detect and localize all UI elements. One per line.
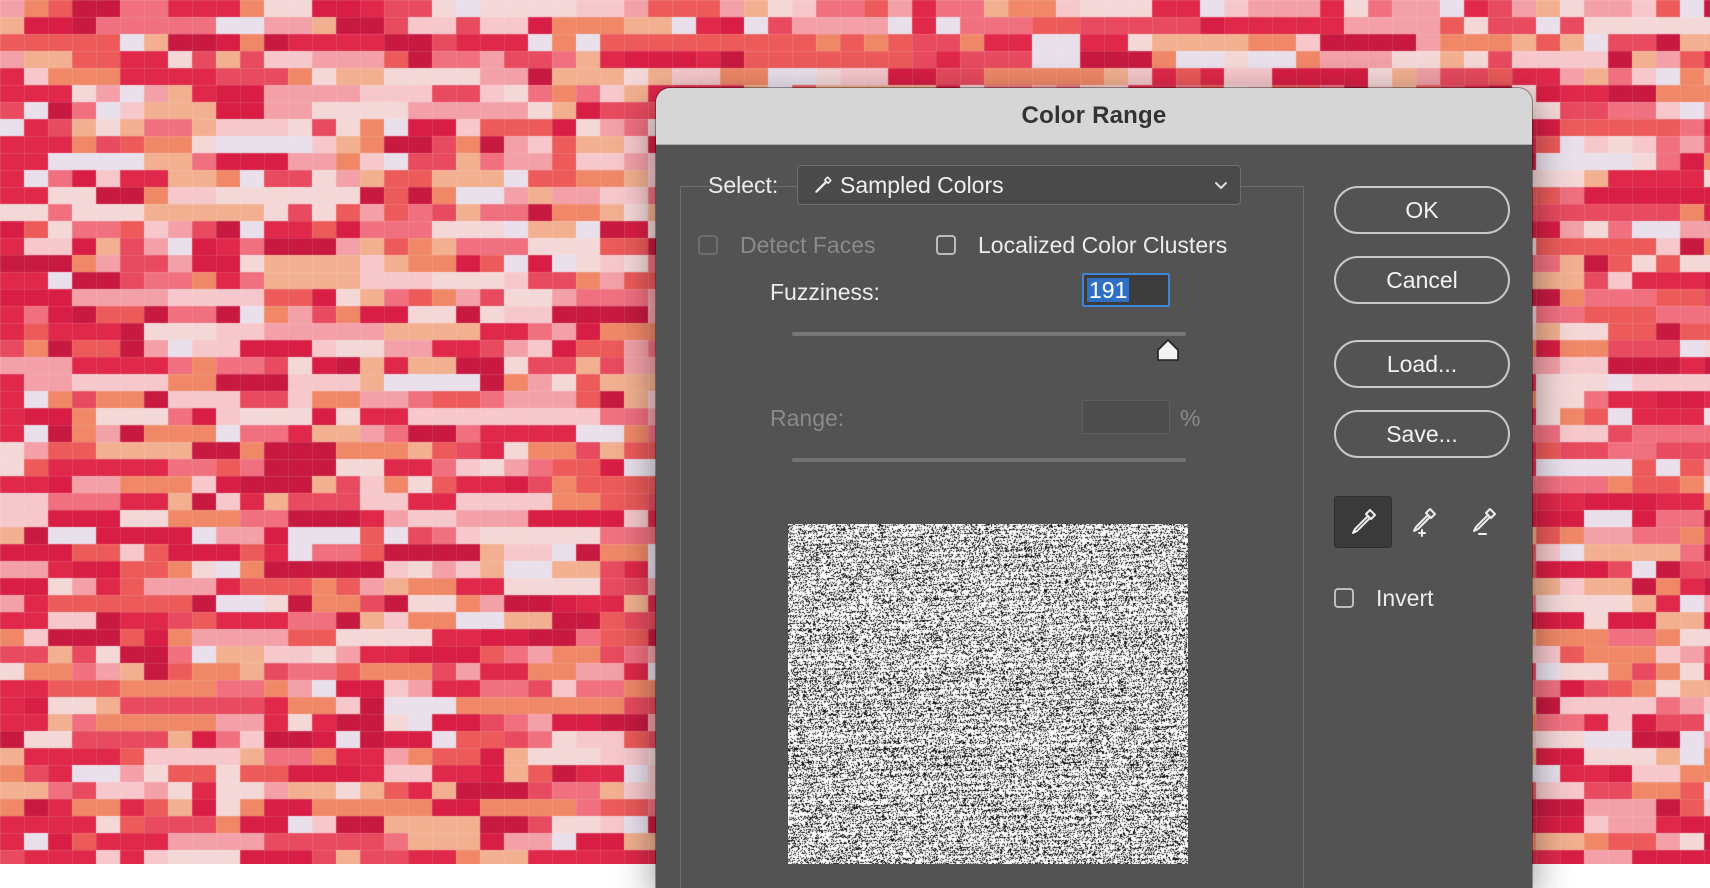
load-button[interactable]: Load... [1334, 340, 1510, 388]
select-dropdown[interactable]: Sampled Colors [797, 165, 1241, 205]
fuzziness-slider-track[interactable] [792, 332, 1186, 336]
localized-clusters-checkbox[interactable] [936, 235, 956, 255]
selection-preview[interactable] [788, 524, 1188, 864]
eyedropper-add-tool[interactable] [1394, 496, 1452, 548]
eyedropper-minus-icon [1473, 508, 1496, 535]
select-value: Sampled Colors [840, 171, 1004, 198]
localized-clusters-label: Localized Color Clusters [978, 232, 1228, 258]
eyedropper-icon [1352, 509, 1376, 534]
fuzziness-label: Fuzziness: [770, 279, 880, 305]
dialog-title: Color Range [1021, 102, 1167, 129]
detect-faces-label: Detect Faces [740, 232, 876, 258]
fuzziness-input[interactable]: 191 [1082, 273, 1170, 307]
save-button[interactable]: Save... [1334, 410, 1510, 458]
eyedropper-icon [815, 176, 832, 193]
cancel-button[interactable]: Cancel [1334, 256, 1510, 304]
fuzziness-value: 191 [1087, 277, 1130, 303]
range-slider-track[interactable] [792, 458, 1186, 462]
dialog-titlebar[interactable]: Color Range [656, 88, 1532, 145]
ok-button[interactable]: OK [1334, 186, 1510, 234]
detect-faces-checkbox[interactable] [698, 235, 718, 255]
fuzziness-slider-thumb[interactable] [1155, 338, 1181, 362]
invert-checkbox[interactable] [1334, 588, 1354, 608]
eyedropper-subtract-tool[interactable] [1454, 496, 1512, 548]
preview-mask-image [788, 524, 1188, 864]
eyedropper-tool[interactable] [1334, 496, 1392, 548]
range-input[interactable] [1082, 400, 1170, 434]
range-unit: % [1180, 405, 1201, 431]
invert-label: Invert [1376, 585, 1434, 611]
range-label: Range: [770, 405, 845, 431]
eyedropper-plus-icon [1413, 508, 1436, 537]
select-label: Select: [708, 172, 779, 198]
chevron-down-icon [1215, 182, 1227, 189]
